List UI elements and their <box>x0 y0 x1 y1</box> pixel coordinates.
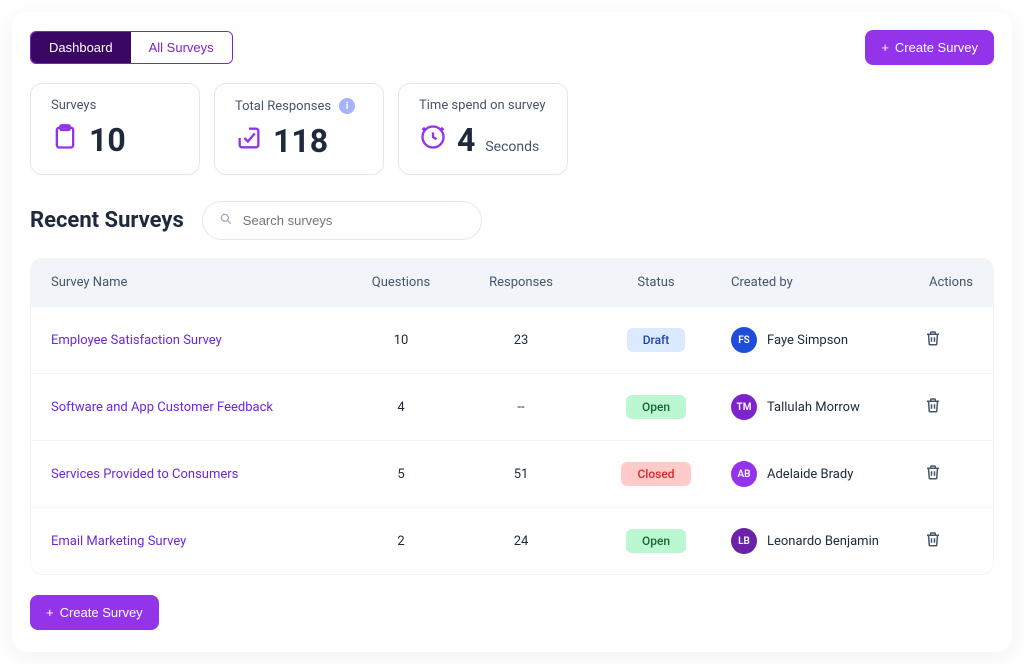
responses-count: 24 <box>461 534 581 549</box>
survey-name-link[interactable]: Email Marketing Survey <box>51 534 341 549</box>
status-badge: Draft <box>627 328 686 352</box>
col-status: Status <box>581 275 731 290</box>
create-survey-label: Create Survey <box>895 40 978 55</box>
user-name: Tallulah Morrow <box>767 400 860 415</box>
status-badge: Open <box>626 395 686 419</box>
user-name: Faye Simpson <box>767 333 848 348</box>
delete-icon[interactable] <box>924 530 942 552</box>
table-row: Software and App Customer Feedback4-- Ope… <box>31 373 993 440</box>
user-name: Leonardo Benjamin <box>767 534 879 549</box>
col-questions: Questions <box>341 275 461 290</box>
create-survey-button[interactable]: + Create Survey <box>865 30 994 65</box>
stat-surveys: Surveys 10 <box>30 83 200 175</box>
col-name: Survey Name <box>51 275 341 290</box>
table-row: Employee Satisfaction Survey1023 Draft FS F… <box>31 306 993 373</box>
delete-icon[interactable] <box>924 396 942 418</box>
stat-time-unit: Seconds <box>485 139 539 155</box>
clipboard-icon <box>51 123 79 155</box>
stat-responses: Total Responses i 118 <box>214 83 384 175</box>
user-name: Adelaide Brady <box>767 467 853 482</box>
search-icon <box>219 211 233 230</box>
survey-name-link[interactable]: Employee Satisfaction Survey <box>51 333 341 348</box>
surveys-table: Survey Name Questions Responses Status C… <box>30 258 994 575</box>
stat-time-label: Time spend on survey <box>419 98 547 113</box>
tab-all-surveys[interactable]: All Surveys <box>131 32 232 63</box>
avatar: FS <box>731 327 757 353</box>
responses-count: -- <box>461 400 581 415</box>
avatar: TM <box>731 394 757 420</box>
plus-icon: + <box>46 605 54 620</box>
section-title: Recent Surveys <box>30 208 184 233</box>
tab-dashboard[interactable]: Dashboard <box>31 32 131 63</box>
questions-count: 10 <box>341 333 461 348</box>
delete-icon[interactable] <box>924 329 942 351</box>
questions-count: 5 <box>341 467 461 482</box>
avatar: LB <box>731 528 757 554</box>
stat-surveys-label: Surveys <box>51 98 179 113</box>
stat-time-value: 4 <box>457 121 475 159</box>
questions-count: 4 <box>341 400 461 415</box>
survey-name-link[interactable]: Software and App Customer Feedback <box>51 400 341 415</box>
responses-count: 23 <box>461 333 581 348</box>
avatar: AB <box>731 461 757 487</box>
clock-icon <box>419 123 447 155</box>
responses-count: 51 <box>461 467 581 482</box>
search-input[interactable] <box>243 213 465 228</box>
col-created-by: Created by <box>731 275 893 290</box>
questions-count: 2 <box>341 534 461 549</box>
status-badge: Open <box>626 529 686 553</box>
create-survey-label: Create Survey <box>60 605 143 620</box>
stat-surveys-value: 10 <box>89 121 126 159</box>
view-tabs: Dashboard All Surveys <box>30 31 233 64</box>
info-icon[interactable]: i <box>339 98 355 114</box>
col-actions: Actions <box>893 275 973 290</box>
search-container <box>202 201 482 240</box>
status-badge: Closed <box>621 462 690 486</box>
stat-responses-value: 118 <box>273 122 328 160</box>
survey-name-link[interactable]: Services Provided to Consumers <box>51 467 341 482</box>
stat-time: Time spend on survey 4 Seconds <box>398 83 568 175</box>
table-header: Survey Name Questions Responses Status C… <box>31 259 993 306</box>
delete-icon[interactable] <box>924 463 942 485</box>
table-row: Services Provided to Consumers551 Closed A… <box>31 440 993 507</box>
col-responses: Responses <box>461 275 581 290</box>
stat-responses-label: Total Responses <box>235 99 331 114</box>
check-icon <box>235 124 263 156</box>
plus-icon: + <box>881 40 889 55</box>
create-survey-button-bottom[interactable]: + Create Survey <box>30 595 159 630</box>
